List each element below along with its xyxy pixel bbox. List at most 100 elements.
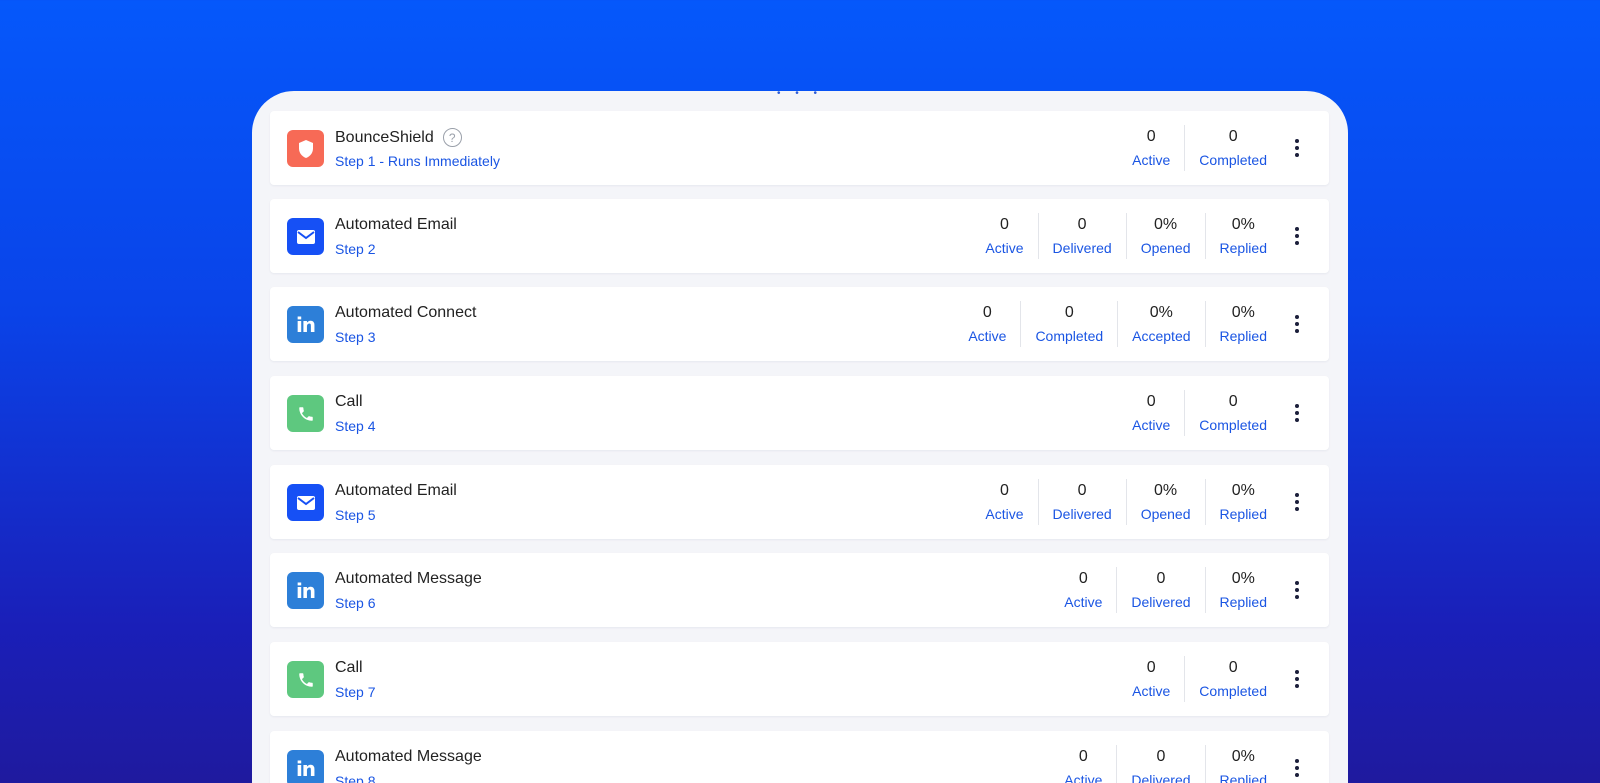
- stat-value: 0: [1146, 659, 1156, 676]
- email-icon: [287, 484, 324, 521]
- stat-completed: 0 Completed: [1020, 301, 1117, 347]
- step-subtitle: Step 3: [335, 329, 376, 345]
- step-title: Automated Email: [335, 216, 457, 233]
- step-title: Call: [335, 659, 363, 676]
- step-title: Automated Message: [335, 748, 482, 765]
- linkedin-icon: in: [287, 750, 324, 783]
- stat-active: 0 Active: [1118, 656, 1184, 702]
- more-options-icon[interactable]: [1287, 487, 1307, 517]
- stat-label[interactable]: Active: [968, 325, 1006, 347]
- more-options-icon[interactable]: [1287, 398, 1307, 428]
- stat-value: 0: [1077, 216, 1087, 233]
- step-card-4[interactable]: Call Step 4 0 Active 0 Completed: [270, 376, 1329, 450]
- stat-label[interactable]: Replied: [1220, 769, 1267, 783]
- stat-active: 0 Active: [971, 479, 1037, 525]
- more-options-icon[interactable]: [1287, 309, 1307, 339]
- stat-label[interactable]: Completed: [1199, 149, 1267, 171]
- step-subtitle: Step 2: [335, 241, 376, 257]
- stat-value: 0: [1077, 482, 1087, 499]
- stat-active: 0 Active: [1050, 745, 1116, 783]
- stat-label[interactable]: Completed: [1199, 414, 1267, 436]
- stat-delivered: 0 Delivered: [1037, 479, 1126, 525]
- step-card-2[interactable]: Automated Email Step 2 0 Active 0 Delive…: [270, 199, 1329, 273]
- stat-label[interactable]: Replied: [1220, 325, 1267, 347]
- step-stats: 0 Active 0 Delivered 0% Replied: [1050, 567, 1267, 613]
- stat-label[interactable]: Completed: [1199, 680, 1267, 702]
- step-title: Automated Email: [335, 482, 457, 499]
- step-stats: 0 Active 0 Completed: [1118, 390, 1267, 436]
- step-card-3[interactable]: in Automated Connect Step 3 0 Active 0 C…: [270, 287, 1329, 361]
- stat-replied: 0% Replied: [1204, 213, 1267, 259]
- phone-icon: [287, 661, 324, 698]
- stat-active: 0 Active: [1050, 567, 1116, 613]
- stat-label[interactable]: Active: [1132, 414, 1170, 436]
- more-options-icon[interactable]: [1287, 221, 1307, 251]
- stat-label[interactable]: Active: [1064, 591, 1102, 613]
- step-card-1[interactable]: BounceShield ? Step 1 - Runs Immediately…: [270, 111, 1329, 185]
- step-stats: 0 Active 0 Completed 0% Accepted 0% Repl…: [954, 301, 1267, 347]
- stat-replied: 0% Replied: [1204, 301, 1267, 347]
- stat-delivered: 0 Delivered: [1116, 745, 1204, 783]
- stat-label[interactable]: Replied: [1220, 237, 1267, 259]
- stat-value: 0%: [1231, 304, 1255, 321]
- more-options-icon[interactable]: [1287, 133, 1307, 163]
- stat-label[interactable]: Active: [1132, 680, 1170, 702]
- stat-value: 0: [1228, 659, 1238, 676]
- stat-label[interactable]: Replied: [1220, 591, 1267, 613]
- stat-value: 0%: [1149, 304, 1173, 321]
- step-stats: 0 Active 0 Completed: [1118, 125, 1267, 171]
- more-options-icon[interactable]: [1287, 753, 1307, 783]
- sequence-panel: • • • BounceShield ? Step 1 - Runs Immed…: [252, 91, 1348, 783]
- stat-value: 0: [1000, 216, 1009, 233]
- step-card-8[interactable]: in Automated Message Step 8 0 Active 0 D…: [270, 731, 1329, 783]
- stat-value: 0: [1064, 304, 1074, 321]
- linkedin-icon: in: [287, 572, 324, 609]
- stat-label[interactable]: Completed: [1035, 325, 1103, 347]
- step-card-5[interactable]: Automated Email Step 5 0 Active 0 Delive…: [270, 465, 1329, 539]
- stat-label[interactable]: Active: [1064, 769, 1102, 783]
- email-icon: [287, 218, 324, 255]
- stat-label[interactable]: Active: [1132, 149, 1170, 171]
- stat-value: 0%: [1231, 482, 1255, 499]
- stat-value: 0%: [1154, 216, 1178, 233]
- stat-active: 0 Active: [971, 213, 1037, 259]
- stat-delivered: 0 Delivered: [1116, 567, 1204, 613]
- step-title: BounceShield: [335, 128, 434, 146]
- linkedin-glyph: in: [295, 578, 316, 603]
- stat-delivered: 0 Delivered: [1037, 213, 1126, 259]
- stat-value: 0%: [1231, 216, 1255, 233]
- stat-label[interactable]: Opened: [1141, 237, 1191, 259]
- step-stats: 0 Active 0 Delivered 0% Opened 0% Replie…: [971, 213, 1267, 259]
- stat-accepted: 0% Accepted: [1117, 301, 1204, 347]
- stat-label[interactable]: Active: [985, 503, 1023, 525]
- stat-label[interactable]: Delivered: [1053, 237, 1112, 259]
- stat-label[interactable]: Accepted: [1132, 325, 1190, 347]
- stat-label[interactable]: Replied: [1220, 503, 1267, 525]
- stat-value: 0%: [1154, 482, 1178, 499]
- step-subtitle: Step 7: [335, 684, 376, 700]
- more-options-icon[interactable]: [1287, 664, 1307, 694]
- stat-label[interactable]: Opened: [1141, 503, 1191, 525]
- help-icon[interactable]: ?: [442, 128, 462, 147]
- shield-icon: [287, 130, 324, 167]
- stat-label[interactable]: Delivered: [1131, 591, 1190, 613]
- step-subtitle: Step 8: [335, 773, 376, 783]
- stat-label[interactable]: Delivered: [1131, 769, 1190, 783]
- step-card-6[interactable]: in Automated Message Step 6 0 Active 0 D…: [270, 553, 1329, 627]
- stat-replied: 0% Replied: [1204, 745, 1267, 783]
- step-subtitle: Step 6: [335, 595, 376, 611]
- phone-icon: [287, 395, 324, 432]
- more-options-icon[interactable]: [1287, 575, 1307, 605]
- stat-value: 0: [1146, 393, 1156, 410]
- stat-active: 0 Active: [954, 301, 1020, 347]
- step-card-7[interactable]: Call Step 7 0 Active 0 Completed: [270, 642, 1329, 716]
- stat-replied: 0% Replied: [1204, 479, 1267, 525]
- stat-label[interactable]: Delivered: [1053, 503, 1112, 525]
- stat-label[interactable]: Active: [985, 237, 1023, 259]
- panel-drag-handle: • • •: [776, 91, 824, 97]
- step-stats: 0 Active 0 Completed: [1118, 656, 1267, 702]
- step-title: Automated Message: [335, 570, 482, 587]
- stat-value: 0: [1078, 570, 1088, 587]
- stat-value: 0: [1000, 482, 1009, 499]
- stat-value: 0%: [1231, 748, 1255, 765]
